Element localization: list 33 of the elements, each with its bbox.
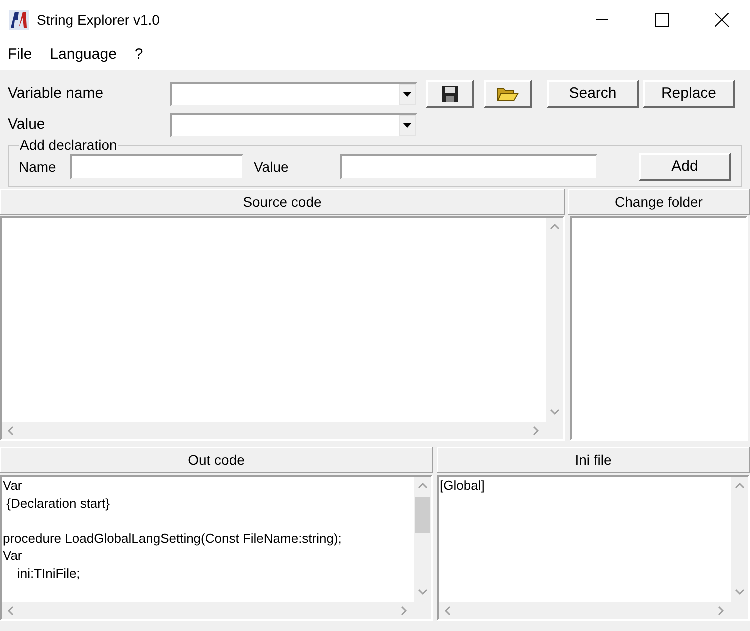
vertical-scrollbar[interactable] (414, 477, 431, 602)
folder-icon (497, 86, 519, 102)
field-label: Value (8, 114, 46, 135)
app-logo-icon (9, 10, 29, 30)
field-label: Value (254, 158, 290, 176)
vertical-scrollbar[interactable] (731, 477, 748, 602)
search-button[interactable]: Search (547, 80, 639, 108)
code-text-area[interactable]: [Global] (437, 475, 750, 621)
panel-header[interactable]: Ini file (437, 447, 750, 473)
code-text: [Global] (440, 477, 485, 494)
vertical-scrollbar[interactable] (546, 218, 563, 422)
field-label: Variable name (8, 84, 105, 104)
code-text-area[interactable]: Var {Declaration start} procedure LoadGlobalLangSetting(Const FileName:string); Var ini:TIniFile; (0, 475, 433, 621)
menu-item[interactable]: File (8, 44, 32, 66)
replace-button[interactable]: Replace (643, 80, 735, 108)
field-label: Name (19, 158, 58, 176)
add-button[interactable]: Add (639, 153, 731, 181)
save-button[interactable] (426, 80, 474, 108)
menu-item[interactable]: Language (50, 44, 117, 66)
group-title: Add declaration (19, 137, 118, 153)
horizontal-scrollbar[interactable] (439, 602, 731, 619)
input-field[interactable] (70, 154, 244, 180)
panel-header[interactable]: Source code (0, 189, 565, 215)
menu-item[interactable]: ? (134, 44, 144, 66)
code-text: Var {Declaration start} procedure LoadGlobalLangSetting(Const FileName:string); Var ini:TIniFile; (3, 477, 342, 582)
panel-header[interactable]: Out code (0, 447, 433, 473)
input-field[interactable] (340, 154, 598, 180)
source-code-area[interactable] (0, 216, 565, 441)
window-title: String Explorer v1.0 (37, 10, 160, 30)
open-folder-button[interactable] (484, 80, 532, 108)
horizontal-scrollbar[interactable] (2, 602, 414, 619)
horizontal-scrollbar[interactable] (2, 422, 546, 439)
panel-header[interactable]: Change folder (568, 189, 750, 215)
